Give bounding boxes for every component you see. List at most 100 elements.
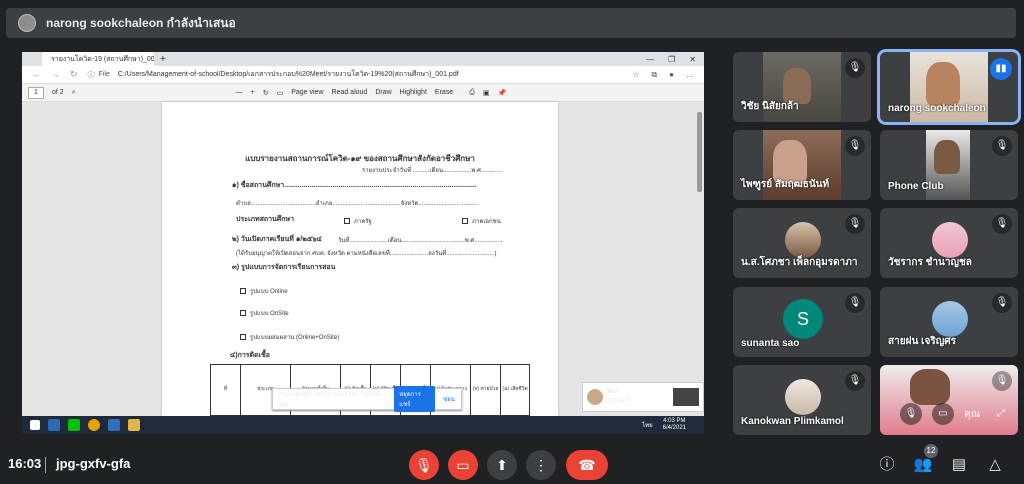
page-view-button[interactable]: Page view (291, 89, 323, 96)
share-toast: meet.google.com กำลังแชร์หน้าจอของคุณ หย… (272, 386, 462, 412)
participant-tile[interactable]: 🎙 สายฝน เจริญศร (880, 287, 1018, 357)
erase-button[interactable]: Erase (435, 89, 453, 96)
draw-button[interactable]: Draw (375, 89, 391, 96)
notification-sub: ส่งรูปแล้ว (607, 398, 632, 404)
avatar: S (783, 299, 823, 339)
taskbar-clock[interactable]: 4:03 PM 6/4/2021 (663, 418, 686, 432)
presenter-banner: narong sookchaleon กำลังนำเสนอ (6, 8, 1016, 38)
zoom-in-icon[interactable]: + (251, 89, 255, 96)
table-header: (จ) หายป่วย (471, 365, 501, 415)
mic-off-icon: 🎙 (845, 58, 865, 78)
doc-section-2-date: วันที่.......................เดือน......… (338, 238, 503, 244)
participant-name: สายฝน เจริญศร (888, 336, 956, 347)
more-vert-icon: ⋮ (534, 456, 548, 473)
meeting-code: jpg-gxfv-gfa (56, 456, 131, 471)
word-icon[interactable] (108, 419, 120, 431)
more-options-button[interactable]: ⋮ (526, 450, 556, 480)
avatar (932, 301, 968, 337)
mic-toggle-button[interactable]: 🎙 (409, 450, 439, 480)
notification[interactable]: Mai ส่งรูปแล้ว (582, 382, 704, 412)
present-button[interactable]: ⬆ (487, 450, 517, 480)
back-icon[interactable]: ← (32, 69, 41, 80)
info-icon[interactable]: ⓘ (88, 70, 95, 80)
people-icon[interactable]: 👥 (912, 455, 934, 475)
folder-icon[interactable] (128, 419, 140, 431)
new-tab-icon[interactable]: + (160, 54, 166, 65)
table-header: ที่ (211, 365, 241, 415)
doc-section-4: ๔)การติดเชื้อ (230, 352, 270, 359)
participant-tile[interactable]: 🎙 ไพฑูรย์ สัมฤฒธนันท์ (733, 130, 871, 200)
taskbar-lang[interactable]: ไทย (642, 420, 653, 430)
rotate-icon[interactable]: ↻ (263, 89, 269, 97)
participant-name: Kanokwan Plimkamol (741, 416, 844, 427)
checkbox (240, 334, 246, 341)
pin-icon[interactable]: 📌 (497, 89, 506, 97)
present-icon: ⬆ (496, 456, 508, 473)
participant-tile[interactable]: 🎙 วัชรากร ชำนาญชล (880, 208, 1018, 278)
chrome-icon[interactable] (88, 419, 100, 431)
avatar (587, 389, 603, 405)
shared-screen[interactable]: รายงานโควิด-19 (สถานศึกษา)_001.p ✕ + — ❐… (22, 52, 704, 434)
scrollbar[interactable] (697, 112, 702, 192)
camera-off-icon: ▭ (456, 456, 470, 473)
line-icon[interactable] (68, 419, 80, 431)
checkbox (240, 310, 246, 317)
people-count-badge: 12 (924, 444, 938, 458)
speaking-icon: ▮▮ (990, 58, 1012, 80)
avatar (785, 222, 821, 258)
self-label: คุณ (964, 408, 980, 420)
participant-tile[interactable]: 🎙 น.ส.โศภชา เพ็ลกอุมรดาภา (733, 208, 871, 278)
url-text[interactable]: C:/Users/Management-of-school/Desktop/เอ… (118, 69, 459, 80)
search-icon[interactable]: ⌕ (72, 89, 76, 97)
print-icon[interactable]: ⎙ (469, 89, 475, 97)
camera-toggle-button[interactable]: ▭ (448, 450, 478, 480)
participant-tile[interactable]: S 🎙 sunanta sao (733, 287, 871, 357)
participant-tile-speaking[interactable]: ▮▮ narong sookchaleon (877, 49, 1021, 125)
checkbox (240, 288, 246, 295)
avatar (785, 379, 821, 415)
highlight-button[interactable]: Highlight (400, 89, 427, 96)
expand-icon[interactable]: ⤢ (990, 403, 1012, 425)
participant-tile[interactable]: 🎙 วิชัย นิสัยกล้า (733, 52, 871, 122)
save-icon[interactable]: ▣ (483, 89, 490, 97)
pdf-page: แบบรายงานสถานการณ์โควิด-๑๙ ของสถานศึกษาส… (162, 102, 558, 416)
fit-icon[interactable]: ▭ (277, 89, 284, 97)
zoom-out-icon[interactable]: — (236, 89, 243, 96)
toast-text: meet.google.com กำลังแชร์หน้าจอของคุณ (279, 392, 381, 408)
participant-tile[interactable]: 🎙 Phone Club (880, 130, 1018, 200)
participant-tile[interactable]: 🎙 Kanokwan Plimkamol (733, 365, 871, 435)
mic-off-icon: 🎙 (992, 214, 1012, 234)
meeting-time: 16:03 (8, 456, 42, 471)
maximize-icon[interactable]: ❐ (668, 55, 675, 64)
stop-sharing-button[interactable]: หยุดการแชร์ (394, 386, 436, 412)
minimize-icon[interactable]: — (646, 55, 654, 64)
collections-icon[interactable]: ⧉ (651, 70, 657, 80)
self-tile[interactable]: 🎙 🎙 ▭ คุณ ⤢ (880, 365, 1018, 435)
edge-icon[interactable] (48, 419, 60, 431)
more-icon[interactable]: … (686, 70, 694, 80)
browser-tab[interactable]: รายงานโควิด-19 (สถานศึกษา)_001.p ✕ (42, 52, 154, 66)
activities-icon[interactable]: △ (984, 455, 1006, 475)
camera-off-icon[interactable]: ▭ (932, 403, 954, 425)
favorite-icon[interactable]: ☆ (632, 70, 639, 80)
notification-image (673, 388, 699, 406)
close-window-icon[interactable]: ✕ (689, 55, 696, 64)
refresh-icon[interactable]: ↻ (70, 69, 78, 80)
forward-icon[interactable]: → (51, 69, 60, 80)
doc-type-gov: ภาครัฐ (344, 216, 372, 226)
chat-icon[interactable]: ▤ (948, 455, 970, 475)
hide-button[interactable]: ซ่อน (443, 394, 455, 404)
doc-type-label: ประเภทสถานศึกษา (236, 216, 295, 223)
address-bar: ← → ↻ ⓘ File C:/Users/Management-of-scho… (22, 66, 704, 84)
doc-option-mixed: รูปแบบผสมผสาน (Online+OnSite) (240, 332, 339, 342)
windows-start-icon[interactable] (30, 420, 40, 430)
doc-title: แบบรายงานสถานการณ์โควิด-๑๙ ของสถานศึกษาส… (245, 154, 475, 163)
info-icon[interactable]: ⓘ (876, 455, 898, 475)
profile-icon[interactable]: ● (669, 70, 674, 80)
end-call-button[interactable]: ☎ (566, 450, 608, 480)
page-number-input[interactable]: 1 (28, 86, 44, 99)
mic-off-icon[interactable]: 🎙 (900, 403, 922, 425)
pdf-viewer[interactable]: แบบรายงานสถานการณ์โควิด-๑๙ ของสถานศึกษาส… (22, 102, 704, 416)
read-aloud-button[interactable]: Read aloud (332, 89, 368, 96)
page-total: of 2 (52, 89, 64, 96)
